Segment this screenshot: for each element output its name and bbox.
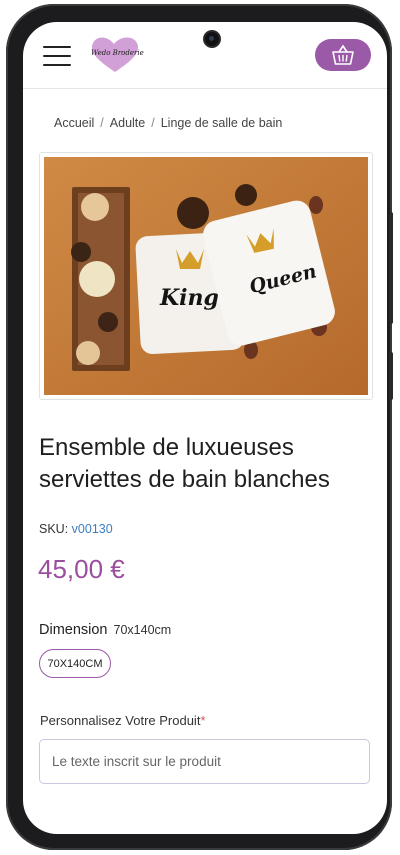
power-button [389, 352, 393, 400]
breadcrumb-current: Linge de salle de bain [160, 116, 283, 130]
hamburger-menu-icon[interactable] [43, 46, 71, 66]
dimension-option-70x140[interactable]: 70X140CM [39, 649, 111, 678]
screen: Wedo Broderie Accueil / Adulte / Linge de sa… [23, 22, 387, 834]
towel-text-king: King [159, 285, 219, 311]
dimension-selected-value: 70x140cm [113, 623, 172, 637]
front-camera [205, 32, 219, 46]
dimension-title: Dimension [39, 622, 108, 638]
personalize-label: Personnalisez Votre Produit* [40, 713, 206, 728]
sku-value: v00130 [71, 522, 113, 536]
volume-button [389, 212, 393, 324]
breadcrumb-separator: / [100, 116, 104, 130]
product-price: 45,00 € [38, 554, 125, 584]
dimension-label: Dimension 70x140cm [39, 622, 171, 638]
breadcrumb-home[interactable]: Accueil [54, 116, 94, 130]
breadcrumb-adulte[interactable]: Adulte [110, 116, 145, 130]
personalize-label-text: Personnalisez Votre Produit [40, 713, 201, 728]
product-title: Ensemble de luxueuses serviettes de bain… [39, 434, 330, 493]
shopping-basket-icon [332, 44, 354, 65]
sku-label: SKU: [39, 522, 69, 536]
breadcrumb: Accueil / Adulte / Linge de salle de bain [54, 116, 282, 130]
product-sku: SKU: v00130 [39, 522, 113, 536]
personalize-input[interactable] [39, 739, 370, 784]
site-header: Wedo Broderie [23, 22, 387, 89]
site-logo[interactable]: Wedo Broderie [87, 34, 144, 74]
breadcrumb-separator: / [151, 116, 155, 130]
phone-frame: Wedo Broderie Accueil / Adulte / Linge de sa… [6, 4, 393, 850]
product-image[interactable]: King Queen [39, 152, 373, 400]
towels-photo: King Queen [44, 157, 368, 395]
required-mark: * [200, 713, 206, 728]
logo-text: Wedo Broderie [91, 49, 144, 57]
cart-button[interactable] [315, 39, 371, 71]
